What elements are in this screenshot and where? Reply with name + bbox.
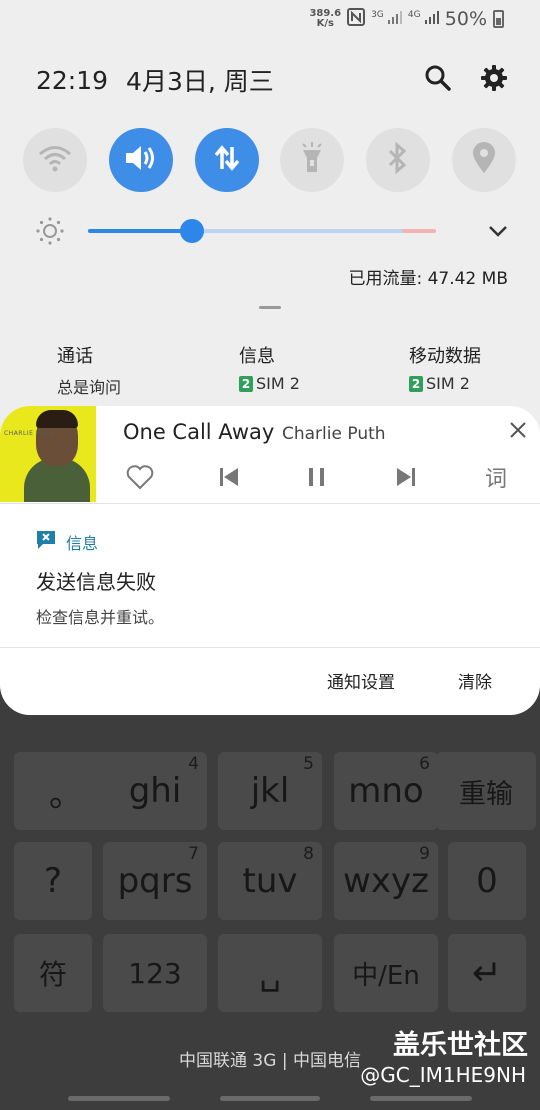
album-art[interactable]: CHARLIE PUTH xyxy=(0,406,96,502)
notification-title[interactable]: 发送信息失败 xyxy=(36,566,156,595)
location-pin-icon xyxy=(472,142,496,178)
settings-gear-icon[interactable] xyxy=(478,62,510,94)
brightness-slider-thumb[interactable] xyxy=(180,219,205,243)
song-title: One Call Away xyxy=(123,420,275,444)
divider xyxy=(0,503,540,504)
nav-gesture-bar-right[interactable] xyxy=(370,1096,472,1101)
wifi-icon xyxy=(38,144,72,176)
clear-all-button[interactable]: 清除 xyxy=(458,668,492,693)
sim-badge: 2 xyxy=(239,375,253,392)
bluetooth-toggle[interactable] xyxy=(366,128,430,192)
bluetooth-icon xyxy=(387,141,409,178)
key-zero[interactable]: 0 xyxy=(448,842,526,920)
search-icon[interactable] xyxy=(422,62,454,94)
key-mno[interactable]: mno 6 xyxy=(334,752,438,830)
key-reset[interactable]: 重输 xyxy=(436,752,536,830)
pause-icon[interactable] xyxy=(302,462,332,492)
next-track-icon[interactable] xyxy=(391,462,421,492)
key-space[interactable]: ␣ xyxy=(218,934,322,1012)
net-speed: 389.6 K/s xyxy=(309,8,342,29)
data-usage-label: 已用流量: 47.42 MB xyxy=(348,269,508,289)
mobile-data-toggle[interactable] xyxy=(195,128,259,192)
notification-settings-button[interactable]: 通知设置 xyxy=(327,668,395,693)
key-numbers[interactable]: 123 xyxy=(103,934,207,1012)
heart-icon[interactable] xyxy=(125,462,155,492)
clock[interactable]: 22:19 xyxy=(36,66,108,95)
notification-app-header: 信息 xyxy=(36,530,98,554)
message-error-icon xyxy=(36,530,56,554)
flashlight-icon xyxy=(299,142,325,178)
watermark-title: 盖乐世社区 xyxy=(393,1030,528,1061)
sound-toggle[interactable] xyxy=(109,128,173,192)
brightness-slider-high-zone xyxy=(402,229,436,233)
battery-icon xyxy=(493,10,504,28)
wifi-toggle[interactable] xyxy=(23,128,87,192)
nav-gesture-bar-left[interactable] xyxy=(68,1096,170,1101)
notifications-panel: CHARLIE PUTH One Call Away Charlie Puth … xyxy=(0,406,540,715)
key-wxyz[interactable]: wxyz 9 xyxy=(334,842,438,920)
battery-percent: 50% xyxy=(444,8,487,30)
shade-header: 22:19 4月3日, 周三 xyxy=(36,62,507,98)
flashlight-toggle[interactable] xyxy=(280,128,344,192)
notification-shade: 389.6 K/s 3G 4G 50% 22:19 4月3日, 周三 已用流量:… xyxy=(0,0,540,715)
brightness-slider[interactable] xyxy=(88,229,436,233)
data-arrows-icon xyxy=(212,143,242,177)
key-tuv[interactable]: tuv 8 xyxy=(218,842,322,920)
status-bar: 389.6 K/s 3G 4G 50% xyxy=(309,6,504,32)
nav-gesture-bar-center[interactable] xyxy=(220,1096,320,1101)
key-symbols[interactable]: 符 xyxy=(14,934,92,1012)
sim-setting-mobile-data[interactable]: 移动数据 2 SIM 2 xyxy=(409,342,481,393)
date[interactable]: 4月3日, 周三 xyxy=(126,62,274,98)
expand-chevron-icon[interactable] xyxy=(486,219,510,247)
key-jkl[interactable]: jkl 5 xyxy=(218,752,322,830)
close-icon[interactable] xyxy=(506,418,530,442)
song-artist: Charlie Puth xyxy=(282,424,386,444)
speaker-icon xyxy=(124,143,158,177)
sim-setting-calls[interactable]: 通话 总是询问 xyxy=(57,342,121,398)
notification-body[interactable]: 检查信息并重试。 xyxy=(36,604,164,628)
lyrics-button[interactable]: 词 xyxy=(481,462,511,492)
location-toggle[interactable] xyxy=(452,128,516,192)
sim-badge: 2 xyxy=(409,375,423,392)
watermark-handle: @GC_IM1HE9NH xyxy=(360,1063,526,1087)
nfc-icon xyxy=(347,7,366,31)
signal-3g-icon: 3G xyxy=(371,10,402,28)
drag-handle[interactable] xyxy=(259,306,281,309)
signal-4g-icon: 4G xyxy=(408,10,439,28)
key-enter[interactable]: ↵ xyxy=(448,934,526,1012)
sim-setting-messages[interactable]: 信息 2 SIM 2 xyxy=(239,342,300,393)
key-ghi[interactable]: ghi 4 xyxy=(103,752,207,830)
previous-track-icon[interactable] xyxy=(214,462,244,492)
key-question[interactable]: ? xyxy=(14,842,92,920)
notification-app-name: 信息 xyxy=(66,534,99,553)
brightness-control xyxy=(30,213,510,249)
brightness-sun-icon xyxy=(36,217,64,249)
divider xyxy=(0,647,540,648)
brightness-slider-fill xyxy=(88,229,193,233)
key-pqrs[interactable]: pqrs 7 xyxy=(103,842,207,920)
key-lang-switch[interactable]: 中/En xyxy=(334,934,438,1012)
